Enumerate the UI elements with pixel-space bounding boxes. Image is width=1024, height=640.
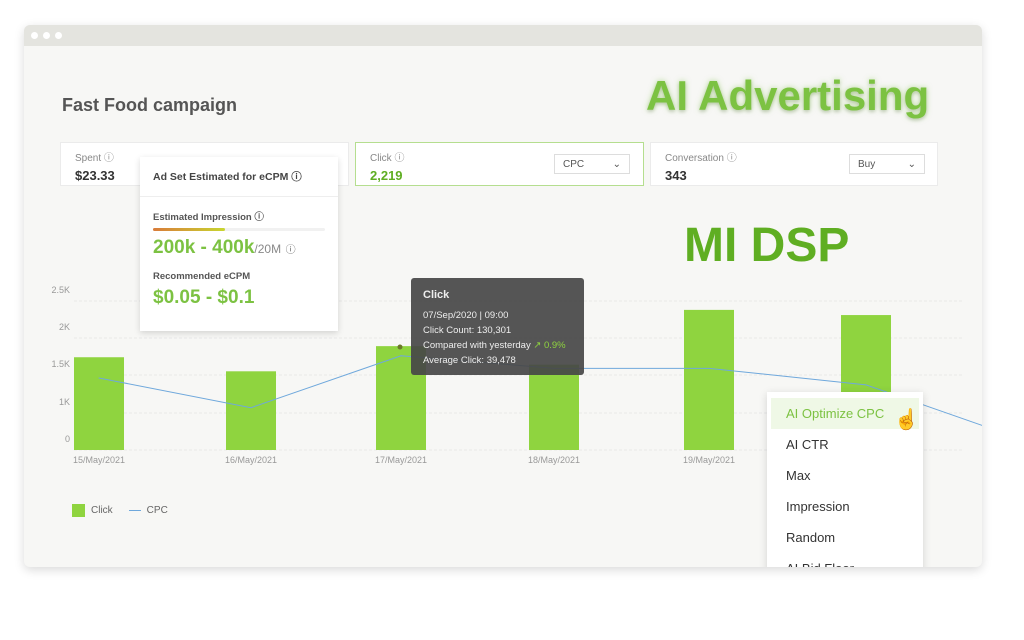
x-tick-label: 18/May/2021 <box>528 455 580 465</box>
click-bar[interactable] <box>529 364 579 450</box>
popover-title: Ad Set Estimated for eCPM <box>153 171 289 183</box>
tooltip-title: Click <box>423 289 450 301</box>
cpc-point[interactable] <box>708 367 710 369</box>
ecpm-label: Recommended eCPM <box>153 271 251 282</box>
dropdown-item[interactable]: Max <box>771 460 919 491</box>
ecpm-estimate-popover: Ad Set Estimated for eCPM ⓘ Estimated Im… <box>140 157 338 331</box>
tooltip-count: Click Count: 130,301 <box>423 325 512 336</box>
x-tick-label: 16/May/2021 <box>225 455 277 465</box>
y-tick-label: 1K <box>59 397 70 407</box>
tooltip-average: Average Click: 39,478 <box>423 355 516 366</box>
click-bar[interactable] <box>74 357 124 450</box>
trend-up-icon: ↗ <box>533 340 542 351</box>
cpc-point[interactable] <box>400 355 402 357</box>
hand-cursor-icon: ☝ <box>894 409 919 431</box>
legend-cpc-label: CPC <box>146 505 168 516</box>
chart-legend: Click CPC <box>72 504 168 517</box>
dropdown-item[interactable]: AI CTR <box>771 429 919 460</box>
ecpm-range: $0.05 - $0.1 <box>153 287 255 308</box>
impression-label: Estimated Impression <box>153 212 252 223</box>
x-tick-label: 19/May/2021 <box>683 455 735 465</box>
legend-click-label: Click <box>91 505 113 516</box>
cpc-point[interactable] <box>865 384 867 386</box>
tooltip-datetime: 07/Sep/2020 | 09:00 <box>423 310 509 321</box>
hover-point <box>397 344 403 350</box>
dropdown-item[interactable]: Random <box>771 522 919 553</box>
legend-click-swatch <box>72 504 85 517</box>
y-tick-label: 2K <box>59 322 70 332</box>
cpc-point[interactable] <box>98 377 100 379</box>
x-tick-label: 17/May/2021 <box>375 455 427 465</box>
y-tick-label: 2.5K <box>51 285 70 295</box>
impression-total: /20M <box>254 242 282 256</box>
dropdown-item[interactable]: Impression <box>771 491 919 522</box>
x-tick-label: 15/May/2021 <box>73 455 125 465</box>
app-window: Fast Food campaign AI Advertising MI DSP… <box>24 25 982 567</box>
chart-tooltip: Click 07/Sep/2020 | 09:00 Click Count: 1… <box>411 278 584 375</box>
impression-bar-fill <box>153 228 226 231</box>
y-tick-label: 1.5K <box>51 359 70 369</box>
legend-cpc-swatch <box>128 510 141 511</box>
impression-range: 200k - 400k <box>153 237 255 258</box>
tooltip-compare: Compared with yesterday <box>423 340 531 351</box>
info-icon[interactable]: ⓘ <box>291 171 302 183</box>
tooltip-change: 0.9% <box>543 340 566 351</box>
y-tick-label: 0 <box>65 434 70 444</box>
impression-bar <box>153 228 325 231</box>
dropdown-item[interactable]: AI Bid Floor <box>771 553 919 567</box>
cpc-point[interactable] <box>250 407 252 409</box>
info-icon[interactable]: ⓘ <box>286 245 296 256</box>
info-icon[interactable]: ⓘ <box>254 212 264 223</box>
click-bar[interactable] <box>684 309 734 450</box>
click-bar[interactable] <box>226 371 276 450</box>
